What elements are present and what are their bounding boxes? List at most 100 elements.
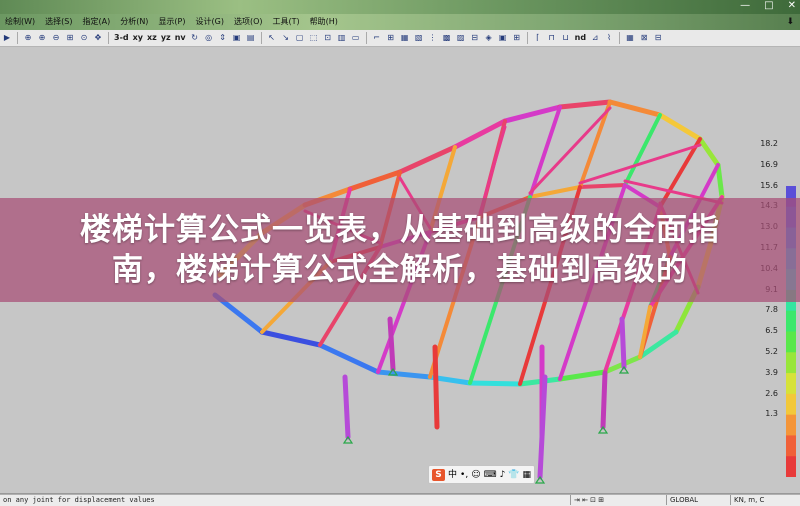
punctuation-icon[interactable]: •, — [460, 469, 468, 481]
rubber-band-icon[interactable]: ▢ — [293, 31, 307, 45]
legend-value-label: 2.6 — [765, 388, 778, 398]
edge-member[interactable] — [375, 369, 433, 380]
select-icon[interactable]: ↘ — [279, 31, 293, 45]
draw-line-icon[interactable]: ▭ — [349, 31, 363, 45]
zoom-extents-icon[interactable]: ⊞ — [63, 31, 77, 45]
edge-member[interactable] — [259, 329, 323, 348]
support-restraint-icon[interactable] — [597, 425, 609, 434]
minimize-button[interactable]: — — [740, 0, 750, 12]
view-xy-button[interactable]: xy — [131, 31, 145, 45]
arch-member[interactable] — [715, 162, 725, 200]
show-forces-icon[interactable]: ⊿ — [588, 31, 602, 45]
arch-member[interactable] — [347, 169, 403, 192]
column-member[interactable] — [600, 370, 608, 430]
perspective-icon[interactable]: ◎ — [202, 31, 216, 45]
menu-display[interactable]: 显示(P) — [153, 14, 190, 30]
zoom-previous-icon[interactable]: ⊙ — [77, 31, 91, 45]
arch-member[interactable] — [557, 99, 613, 110]
arch-member[interactable] — [502, 104, 563, 124]
assign-joint-icon[interactable]: ⌐ — [370, 31, 384, 45]
arch-member[interactable] — [657, 112, 703, 142]
show-tables-icon[interactable]: ▦ — [623, 31, 637, 45]
design-check-icon[interactable]: ⊟ — [651, 31, 665, 45]
layout-icon[interactable]: ▤ — [244, 31, 258, 45]
sogou-logo-icon[interactable]: S — [432, 468, 445, 481]
menu-draw[interactable]: 绘制(W) — [0, 14, 40, 30]
assign-spring-icon[interactable]: ⋮ — [426, 31, 440, 45]
view-xz-button[interactable]: xz — [145, 31, 159, 45]
rib-member[interactable] — [623, 113, 662, 187]
status-bar: on any joint for displacement values ⇥ ⇤… — [0, 494, 800, 506]
close-button[interactable]: ✕ — [788, 0, 796, 12]
menu-bar: 绘制(W) 选择(S) 指定(A) 分析(N) 显示(P) 设计(G) 选项(O… — [0, 14, 800, 30]
menu-tools[interactable]: 工具(T) — [268, 14, 305, 30]
show-nd-button[interactable]: nd — [573, 31, 588, 45]
menu-design[interactable]: 设计(G) — [191, 14, 229, 30]
edge-member[interactable] — [317, 342, 381, 375]
skin-icon[interactable]: 👕 — [508, 469, 519, 481]
menu-assign[interactable]: 指定(A) — [77, 14, 115, 30]
zoom-window-icon[interactable]: ⊕ — [21, 31, 35, 45]
menu-options[interactable]: 选项(O) — [229, 14, 268, 30]
legend-value-label: 16.9 — [760, 159, 778, 169]
draw-area-icon[interactable]: ▥ — [335, 31, 349, 45]
maximize-button[interactable]: □ — [764, 0, 773, 12]
menu-help[interactable]: 帮助(H) — [305, 14, 343, 30]
menu-expand-icon[interactable]: ⬇ — [786, 17, 800, 27]
assign-load-icon[interactable]: ▦ — [398, 31, 412, 45]
support-restraint-icon[interactable] — [618, 365, 630, 374]
column-member[interactable] — [387, 316, 396, 372]
reshape-icon[interactable]: ⬚ — [307, 31, 321, 45]
inner-member[interactable] — [578, 183, 627, 189]
assign-releases-icon[interactable]: ⊟ — [468, 31, 482, 45]
emoji-icon[interactable]: ☺ — [471, 469, 480, 481]
keyboard-icon[interactable]: ⌨ — [484, 469, 497, 481]
show-stress-icon[interactable]: ⌇ — [602, 31, 616, 45]
voice-icon[interactable]: ♪ — [500, 469, 506, 481]
assign-property-icon[interactable]: ▣ — [496, 31, 510, 45]
show-undeformed-icon[interactable]: ⌈ — [531, 31, 545, 45]
run-icon[interactable]: ▶ — [0, 31, 14, 45]
chinese-mode-icon[interactable]: 中 — [448, 469, 457, 481]
pan-icon[interactable]: ✥ — [91, 31, 105, 45]
zoom-in-icon[interactable]: ⊕ — [35, 31, 49, 45]
coordinate-system-select[interactable]: GLOBAL — [666, 495, 728, 505]
edge-member[interactable] — [557, 369, 608, 382]
toolbox-icon[interactable]: ▦ — [523, 469, 532, 481]
rib-member[interactable] — [528, 105, 562, 199]
view-nv-button[interactable]: nv — [173, 31, 188, 45]
assign-frame-icon[interactable]: ⊞ — [384, 31, 398, 45]
legend-swatch — [786, 310, 796, 332]
column-member[interactable] — [342, 374, 351, 440]
menu-select[interactable]: 选择(S) — [40, 14, 77, 30]
legend-value-label: 15.6 — [760, 180, 778, 190]
units-select[interactable]: KN, m, C — [730, 495, 800, 505]
draw-frame-icon[interactable]: ⊡ — [321, 31, 335, 45]
assign-mesh-icon[interactable]: ⊞ — [510, 31, 524, 45]
inner-member[interactable] — [528, 185, 582, 199]
assign-restraint-icon[interactable]: ▩ — [440, 31, 454, 45]
view-yz-button[interactable]: yz — [159, 31, 173, 45]
status-units-icons[interactable]: ⇥ ⇤ ⊡ ⊞ — [570, 495, 664, 505]
rotate-icon[interactable]: ↻ — [188, 31, 202, 45]
show-deformed-icon[interactable]: ⊔ — [559, 31, 573, 45]
column-member[interactable] — [619, 316, 627, 370]
support-restraint-icon[interactable] — [534, 475, 546, 484]
design-icon[interactable]: ⊠ — [637, 31, 651, 45]
view-3d-button[interactable]: 3-d — [112, 31, 131, 45]
edge-member[interactable] — [467, 380, 523, 387]
set-display-icon[interactable]: ▣ — [230, 31, 244, 45]
zoom-out-icon[interactable]: ⊖ — [49, 31, 63, 45]
arch-member[interactable] — [607, 99, 663, 118]
arch-member[interactable] — [697, 136, 721, 168]
assign-section-icon[interactable]: ▨ — [454, 31, 468, 45]
column-member[interactable] — [432, 344, 440, 430]
show-loads-icon[interactable]: ⊓ — [545, 31, 559, 45]
assign-group-icon[interactable]: ◈ — [482, 31, 496, 45]
brace-member[interactable] — [528, 106, 612, 195]
shrink-icon[interactable]: ⇕ — [216, 31, 230, 45]
menu-analyze[interactable]: 分析(N) — [115, 14, 153, 30]
assign-area-icon[interactable]: ▧ — [412, 31, 426, 45]
pointer-icon[interactable]: ↖ — [265, 31, 279, 45]
support-restraint-icon[interactable] — [342, 435, 354, 444]
